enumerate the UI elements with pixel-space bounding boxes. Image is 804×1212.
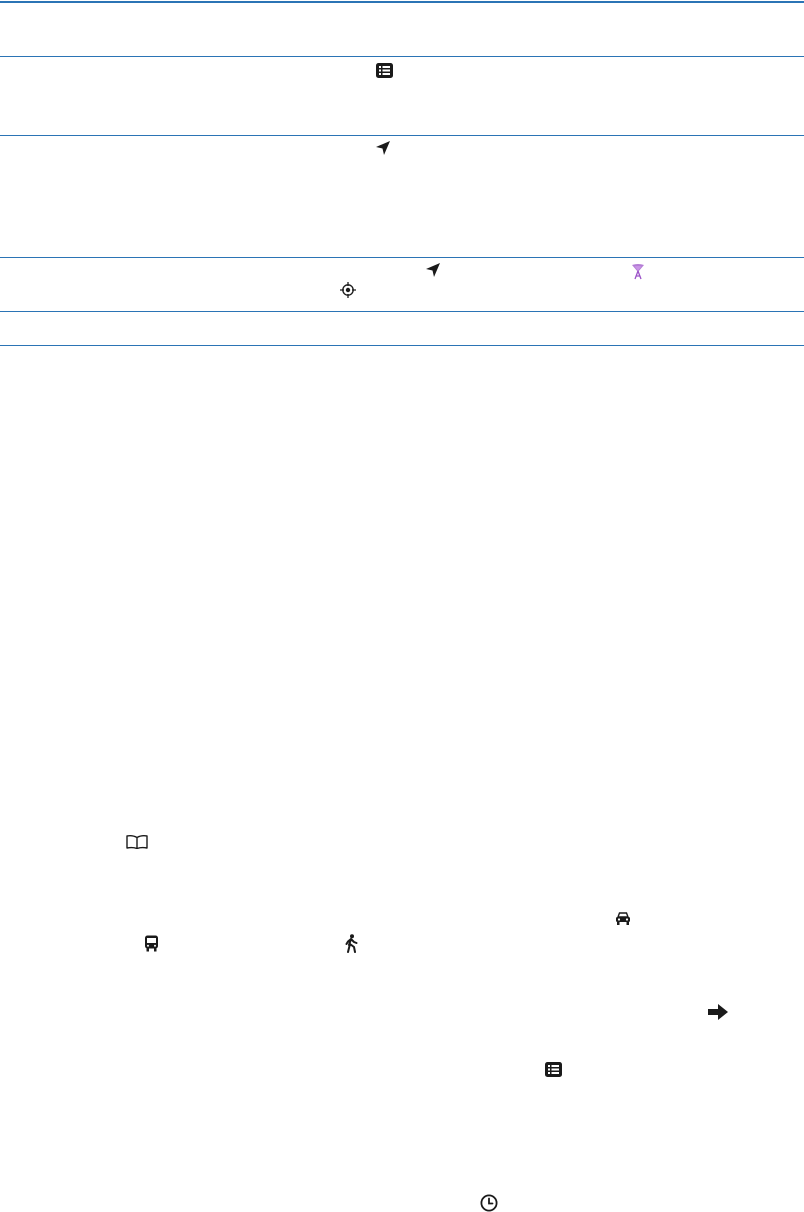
gps-crosshair-icon (340, 282, 356, 298)
table-row-rule (0, 257, 804, 258)
table-top-rule (0, 1, 804, 3)
location-arrow-icon (376, 141, 390, 155)
list-icon (545, 1062, 562, 1077)
wifi-location-icon (631, 264, 645, 280)
location-arrow-icon (426, 263, 440, 277)
car-icon (615, 912, 631, 925)
bus-icon (144, 935, 159, 952)
list-icon (376, 63, 393, 78)
table-row-rule (0, 311, 804, 312)
arrow-right-icon (708, 1004, 728, 1020)
table-row-rule (0, 56, 804, 57)
table-bottom-rule (0, 345, 804, 346)
bookmarks-icon (126, 835, 148, 849)
clock-icon (480, 1194, 498, 1212)
table-row-rule (0, 135, 804, 136)
walking-icon (345, 934, 358, 953)
